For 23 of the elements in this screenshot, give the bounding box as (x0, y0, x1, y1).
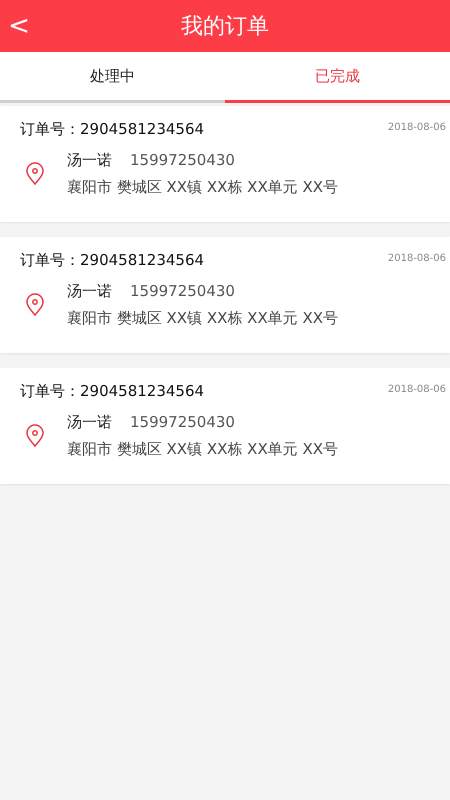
phone-number: 15997250430 (130, 413, 235, 432)
recipient-name: 汤一诺 (67, 151, 112, 170)
order-card[interactable]: 订单号：2904581234564 2018-08-06 汤一诺 15997250430 襄阳市 樊城区 XX镇 XX栋 XX单元 XX号 (0, 237, 450, 353)
order-number: 订单号：2904581234564 (20, 120, 204, 139)
phone-number: 15997250430 (130, 282, 235, 301)
recipient-name: 汤一诺 (67, 282, 112, 301)
location-pin-icon (25, 293, 45, 317)
address: 襄阳市 樊城区 XX镇 XX栋 XX单元 XX号 (67, 178, 338, 197)
order-date: 2018-08-06 (388, 253, 446, 264)
order-card[interactable]: 订单号：2904581234564 2018-08-06 汤一诺 15997250430 襄阳市 樊城区 XX镇 XX栋 XX单元 XX号 (0, 106, 450, 222)
back-button[interactable]: < (4, 8, 34, 44)
order-date: 2018-08-06 (388, 122, 446, 133)
page-title: 我的订单 (181, 13, 269, 41)
address: 襄阳市 樊城区 XX镇 XX栋 XX单元 XX号 (67, 309, 338, 328)
phone-number: 15997250430 (130, 151, 235, 170)
address: 襄阳市 樊城区 XX镇 XX栋 XX单元 XX号 (67, 440, 338, 459)
recipient-name: 汤一诺 (67, 413, 112, 432)
order-number: 订单号：2904581234564 (20, 382, 204, 401)
order-card[interactable]: 订单号：2904581234564 2018-08-06 汤一诺 15997250430 襄阳市 樊城区 XX镇 XX栋 XX单元 XX号 (0, 368, 450, 484)
order-date: 2018-08-06 (388, 384, 446, 395)
order-number: 订单号：2904581234564 (20, 251, 204, 270)
location-pin-icon (25, 424, 45, 448)
location-pin-icon (25, 162, 45, 186)
